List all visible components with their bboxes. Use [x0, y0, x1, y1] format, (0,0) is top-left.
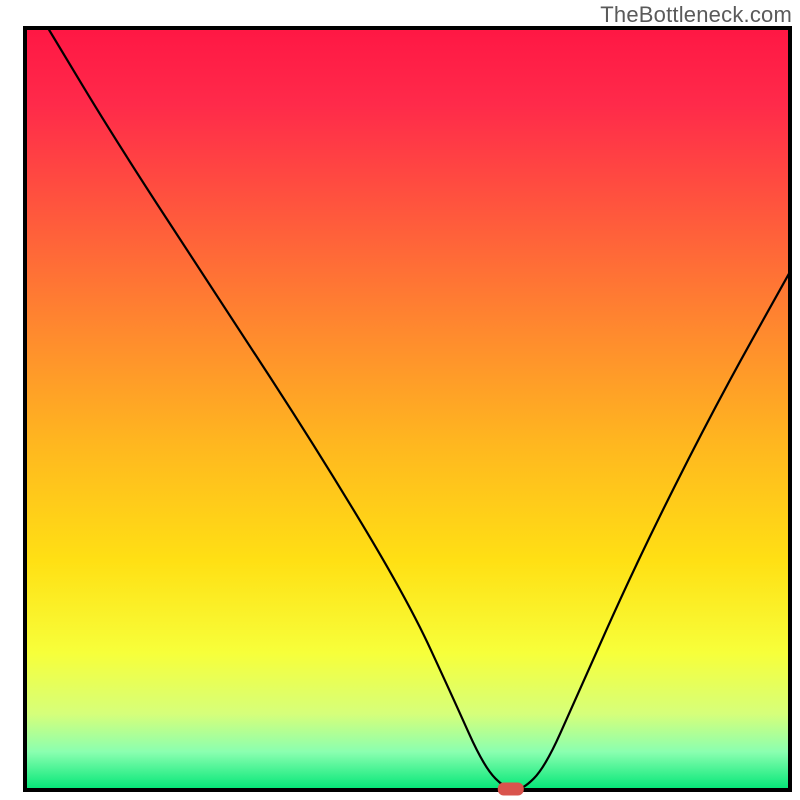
gradient-background [25, 28, 790, 790]
chart-container: TheBottleneck.com [0, 0, 800, 800]
watermark-text: TheBottleneck.com [600, 2, 792, 28]
optimal-marker [498, 783, 524, 796]
bottleneck-chart [0, 0, 800, 800]
